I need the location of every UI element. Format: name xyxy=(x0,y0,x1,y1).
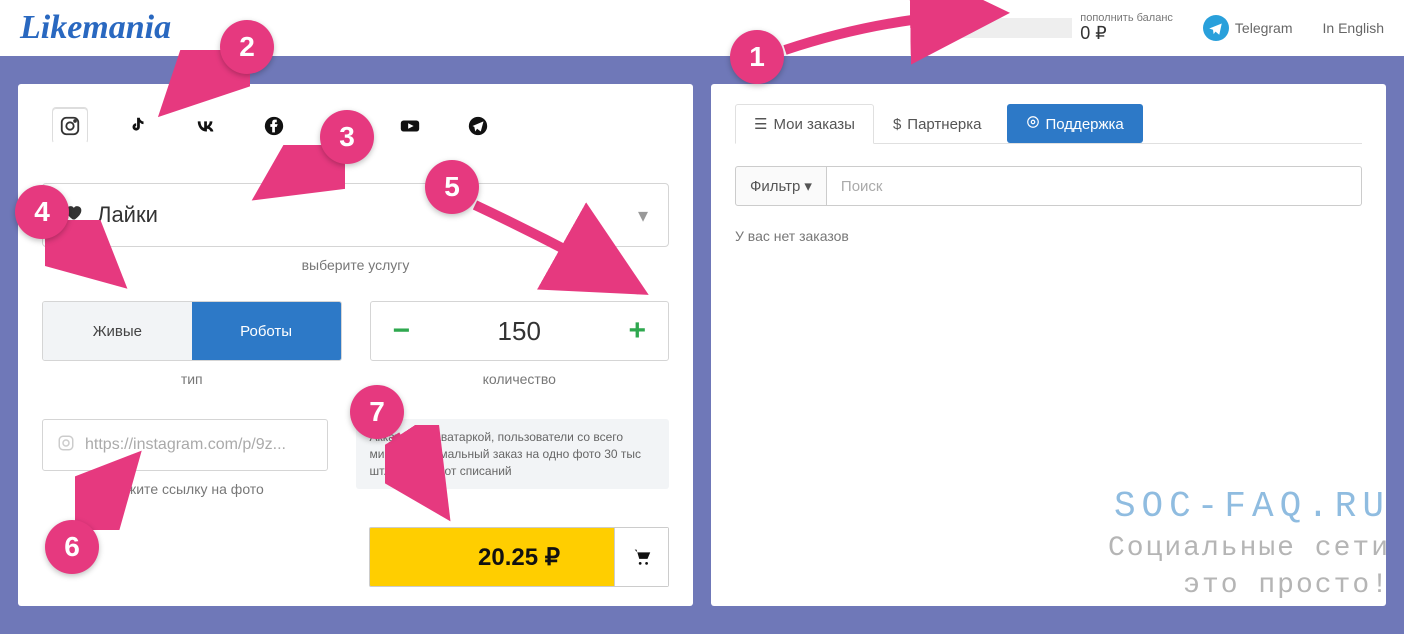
tab-vk[interactable] xyxy=(188,108,224,144)
url-caption: укажите ссылку на фото xyxy=(42,481,328,497)
balance-widget[interactable]: пополнить баланс 0 ₽ xyxy=(912,12,1173,44)
support-icon xyxy=(1026,115,1040,133)
plus-button[interactable]: + xyxy=(628,314,646,348)
tab-partner-label: Партнерка xyxy=(907,116,981,133)
language-switch[interactable]: In English xyxy=(1323,20,1384,36)
watermark-title: SOC-FAQ.RU xyxy=(1108,484,1390,531)
annotation-badge-2: 2 xyxy=(220,20,274,74)
type-robots-button[interactable]: Роботы xyxy=(192,302,341,360)
service-description: Аккаунты с аватаркой, пользователи со вс… xyxy=(356,419,670,489)
search-input[interactable] xyxy=(827,166,1362,206)
tab-partner[interactable]: $ Партнерка xyxy=(874,104,1001,143)
type-caption: тип xyxy=(42,371,342,387)
qty-caption: количество xyxy=(370,371,670,387)
type-toggle: Живые Роботы xyxy=(42,301,342,361)
tab-support-label: Поддержка xyxy=(1046,116,1124,133)
annotation-badge-7: 7 xyxy=(350,385,404,439)
caret-down-icon: ▾ xyxy=(804,177,812,195)
filter-button[interactable]: Фильтр ▾ xyxy=(735,166,827,206)
instagram-icon xyxy=(57,434,75,457)
type-live-button[interactable]: Живые xyxy=(43,302,192,360)
quantity-stepper: − 150 + xyxy=(370,301,670,361)
url-input[interactable] xyxy=(42,419,328,471)
logo[interactable]: Likemania xyxy=(20,9,171,47)
url-field[interactable] xyxy=(85,436,313,454)
annotation-badge-1: 1 xyxy=(730,30,784,84)
tab-instagram[interactable] xyxy=(52,108,88,144)
tab-orders[interactable]: ☰ Мои заказы xyxy=(735,104,874,144)
annotation-badge-6: 6 xyxy=(45,520,99,574)
empty-orders-text: У вас нет заказов xyxy=(735,228,1362,244)
watermark-sub2: это просто! xyxy=(1108,568,1390,604)
tab-youtube[interactable] xyxy=(392,108,428,144)
chevron-down-icon: ▾ xyxy=(638,203,648,228)
annotation-badge-5: 5 xyxy=(425,160,479,214)
list-icon: ☰ xyxy=(754,115,767,133)
header: Likemania пополнить баланс 0 ₽ Telegram … xyxy=(0,0,1404,56)
watermark-sub1: Социальные сети xyxy=(1108,531,1390,567)
price-value: 20.25 ₽ xyxy=(478,543,560,572)
tab-support[interactable]: Поддержка xyxy=(1007,104,1143,143)
telegram-label: Telegram xyxy=(1235,20,1293,36)
service-dropdown[interactable]: Лайки ▾ xyxy=(42,183,669,247)
watermark: SOC-FAQ.RU Социальные сети это просто! xyxy=(1108,484,1390,604)
cart-icon xyxy=(614,528,668,586)
tab-orders-label: Мои заказы xyxy=(773,116,855,133)
add-to-cart-button[interactable]: 20.25 ₽ xyxy=(369,527,669,587)
username-placeholder xyxy=(952,18,1072,38)
right-tabs: ☰ Мои заказы $ Партнерка Поддержка xyxy=(735,104,1362,144)
service-label: Лайки xyxy=(97,202,158,228)
tab-tiktok[interactable] xyxy=(120,108,156,144)
service-caption: выберите услугу xyxy=(42,257,669,273)
telegram-icon xyxy=(1203,15,1229,41)
dollar-icon: $ xyxy=(893,116,901,133)
tab-telegram[interactable] xyxy=(460,108,496,144)
quantity-value[interactable]: 150 xyxy=(498,316,541,347)
balance-amount: 0 ₽ xyxy=(1080,24,1173,44)
main-area: Лайки ▾ выберите услугу Живые Роботы тип… xyxy=(0,56,1404,634)
annotation-badge-3: 3 xyxy=(320,110,374,164)
annotation-badge-4: 4 xyxy=(15,185,69,239)
telegram-link[interactable]: Telegram xyxy=(1203,15,1293,41)
tab-facebook[interactable] xyxy=(256,108,292,144)
avatar-icon xyxy=(912,12,944,44)
minus-button[interactable]: − xyxy=(393,314,411,348)
filter-label: Фильтр xyxy=(750,178,800,195)
